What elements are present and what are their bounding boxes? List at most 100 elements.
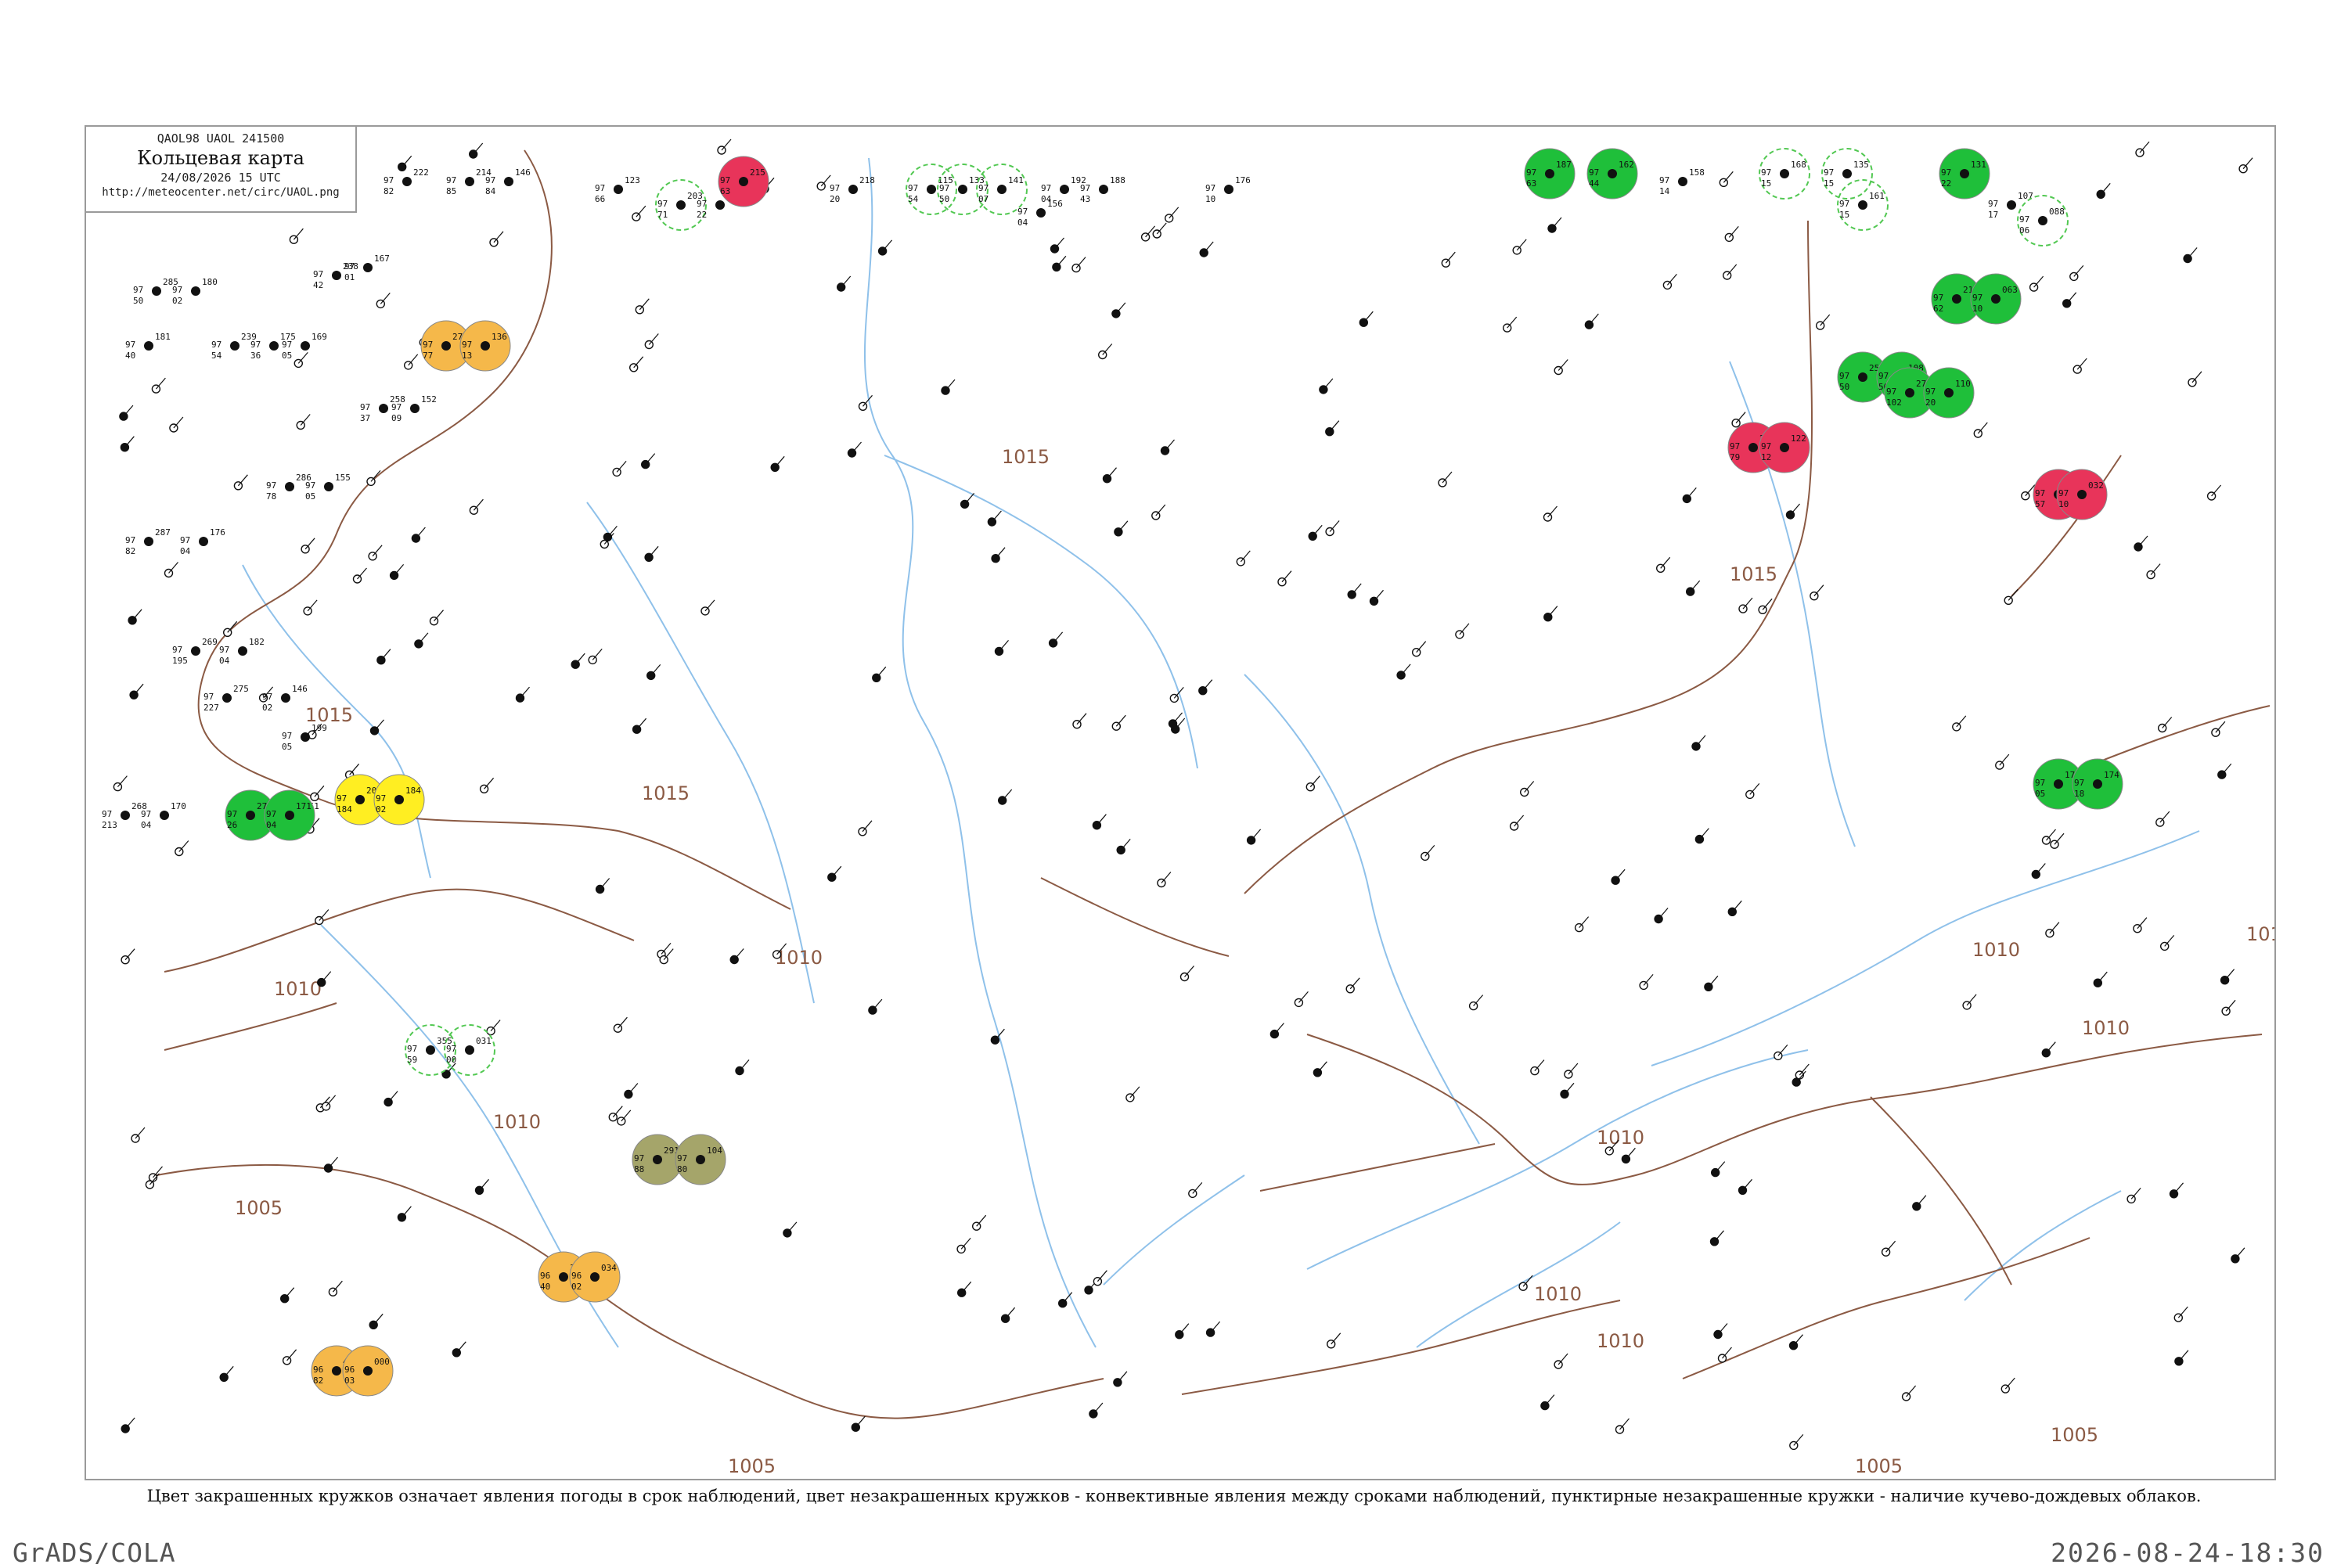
station-plot[interactable]: 222 9782: [384, 167, 429, 196]
wind-barb: [2211, 484, 2222, 497]
station-marker: [222, 693, 232, 703]
station-value: 97: [462, 340, 472, 350]
wind-barb: [2076, 358, 2087, 370]
station-value: 20: [830, 194, 840, 204]
station-plot[interactable]: 063 9710: [1970, 273, 2022, 325]
station-value: 97: [1589, 167, 1599, 178]
isobar-label: 1005: [235, 1197, 283, 1219]
station-marker: [927, 185, 936, 194]
station-value: 97: [1041, 183, 1051, 193]
station-plot[interactable]: 269 97195: [172, 637, 218, 666]
station-value: 168: [1791, 160, 1806, 170]
station-plot[interactable]: 181 9740: [125, 332, 171, 361]
station-plot[interactable]: 032 9710: [2056, 469, 2108, 520]
station-plot[interactable]: 135 9715: [1821, 148, 1873, 200]
wind-barb: [357, 567, 367, 580]
station-marker: [997, 185, 1007, 194]
station-plot[interactable]: 176 9710: [1205, 175, 1251, 204]
map-caption: Цвет закрашенных кружков означает явлени…: [146, 1487, 2202, 1505]
station-plot[interactable]: 184 9702: [373, 774, 425, 825]
station-plot[interactable]: 122 9712: [1759, 422, 1810, 473]
station-plot[interactable]: 287 9782: [125, 527, 171, 556]
isobar-label: 1010: [1534, 1283, 1582, 1305]
station-plot[interactable]: 176 9704: [180, 527, 225, 556]
station-plot[interactable]: 275 97227: [203, 684, 249, 713]
station-value: 107: [2018, 191, 2033, 201]
station-plot[interactable]: 123 9766: [595, 175, 640, 204]
station-plot[interactable]: 182 9704: [219, 637, 265, 666]
station-value: 104: [707, 1145, 722, 1156]
station-value: 97: [1878, 371, 1889, 381]
station-plot[interactable]: 218 9720: [830, 175, 875, 204]
wind-barb: [945, 379, 956, 391]
station-plot[interactable]: 158 9714: [1659, 167, 1705, 196]
station-plot[interactable]: 088 9706: [2017, 195, 2069, 246]
station-plot[interactable]: 171 9704: [264, 789, 315, 841]
synoptic-map[interactable]: 1015101510151015101010101010101010101010…: [86, 127, 2274, 1479]
wind-barb: [2215, 721, 2226, 733]
isobar-line: [197, 149, 619, 832]
station-plot[interactable]: 2919788: [632, 1134, 683, 1185]
station-value: 97: [391, 402, 402, 412]
wind-barb: [1690, 580, 1701, 592]
station-marker: [1678, 177, 1687, 186]
station-plot[interactable]: 187 9763: [1524, 148, 1576, 200]
station-plot[interactable]: 136 9713: [459, 320, 511, 372]
station-plot[interactable]: 167 9701: [344, 254, 390, 282]
wind-barb: [2137, 535, 2148, 548]
station-plot[interactable]: 146 9702: [262, 684, 308, 713]
station-plot[interactable]: 146 9784: [485, 167, 531, 196]
station-marker: [230, 341, 239, 351]
station-plot[interactable]: 215 9763: [718, 156, 769, 207]
wind-barb: [1002, 789, 1013, 801]
station-value: 176: [1235, 175, 1251, 185]
wind-barb: [1118, 520, 1129, 533]
wind-barb: [1424, 845, 1435, 857]
station-plot[interactable]: 174 9718: [2072, 758, 2123, 810]
wind-barb: [1210, 1321, 1221, 1333]
wind-barb: [434, 610, 444, 622]
station-value: 97: [423, 340, 433, 350]
station-marker: [379, 404, 388, 413]
station-value: 10: [2058, 499, 2069, 509]
station-plot[interactable]: 131 9722: [1939, 148, 1990, 200]
station-value: 97: [337, 793, 347, 804]
station-plot[interactable]: 155 9705: [305, 473, 351, 502]
station-value: 97: [697, 199, 707, 209]
station-marker: [246, 811, 255, 820]
station-value: 218: [859, 175, 875, 185]
wind-barb: [1966, 994, 1977, 1006]
wind-barb: [456, 1341, 466, 1354]
station-value: 031: [476, 1036, 492, 1046]
station-plot[interactable]: 162 9744: [1586, 148, 1638, 200]
station-value: 97: [657, 199, 668, 209]
station-value: 96: [344, 1365, 355, 1375]
station-plot[interactable]: 161 9715: [1837, 179, 1889, 231]
isobar-label: 1010: [1972, 939, 2020, 961]
station-plot[interactable]: 188 9743: [1080, 175, 1125, 204]
station-value: 13: [462, 351, 472, 361]
legend-url[interactable]: http://meteocenter.net/circ/UAOL.png: [86, 186, 355, 199]
station-plot[interactable]: 1569704: [1017, 199, 1063, 228]
station-plot[interactable]: 199 9705: [282, 723, 327, 752]
station-value: 97: [1080, 183, 1090, 193]
station-plot[interactable]: 168 9715: [1759, 148, 1810, 200]
station-value: 43: [1080, 194, 1090, 204]
isobar-label: 1010: [274, 978, 322, 1000]
wind-barb: [1977, 422, 1988, 434]
station-value: 063: [2002, 285, 2018, 295]
station-plot[interactable]: 180 9702: [172, 277, 218, 306]
station-plot[interactable]: 110 9720: [1923, 367, 1975, 419]
station-value: 97: [141, 809, 151, 819]
wind-barb: [173, 416, 184, 429]
station-plot[interactable]: 031 9700: [444, 1024, 495, 1076]
wind-barb: [1568, 1063, 1579, 1075]
station-plot[interactable]: 170 9704: [141, 801, 186, 830]
station-plot[interactable]: 000 9603: [342, 1345, 394, 1397]
station-plot[interactable]: 104 9780: [675, 1134, 726, 1185]
station-plot[interactable]: 034 9602: [569, 1251, 621, 1303]
station-value: 187: [1556, 160, 1572, 170]
station-value: 09: [391, 413, 402, 423]
station-marker: [481, 341, 490, 351]
station-marker: [1099, 185, 1108, 194]
